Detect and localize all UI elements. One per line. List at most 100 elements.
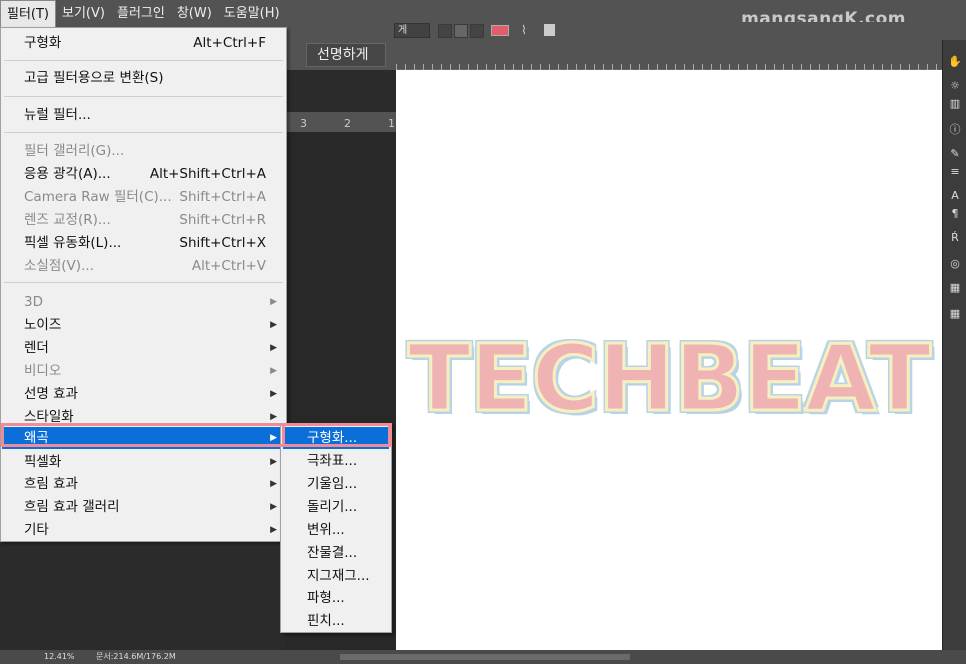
submenu-arrow-icon: ▶ [270, 343, 277, 353]
menu-item-filter-gallery: 필터 갤러리(G)... [2, 140, 285, 162]
adjustments-icon[interactable]: ≡ [947, 164, 963, 180]
menu-item-label: 노이즈 [24, 317, 62, 333]
brightness-icon[interactable]: ☼ [947, 78, 963, 94]
brush-icon[interactable]: ✎ [947, 146, 963, 162]
align-right-icon[interactable] [470, 24, 484, 38]
menu-item-shortcut: Alt+Ctrl+V [191, 258, 266, 274]
submenu-sharpen[interactable]: 선명 효과 ▶ [2, 383, 285, 405]
styles-icon[interactable]: ◎ [947, 256, 963, 272]
text-color-swatch[interactable] [491, 25, 509, 36]
submenu-arrow-icon: ▶ [270, 525, 277, 535]
paragraph-icon[interactable]: ¶ [947, 206, 963, 222]
menu-item-shortcut: Shift+Ctrl+X [179, 235, 266, 251]
document-info[interactable]: 문서:214.6M/176.2M [96, 650, 176, 664]
submenu-arrow-icon: ▶ [270, 479, 277, 489]
hand-icon[interactable]: ✋ [947, 54, 963, 70]
menu-item-label: 잔물결... [307, 545, 358, 561]
align-left-icon[interactable] [438, 24, 452, 38]
menu-item-label: 뉴럴 필터... [24, 107, 91, 123]
menu-filter[interactable]: 필터(T) [0, 0, 57, 27]
glyphs-icon[interactable]: Ŕ [947, 230, 963, 246]
ruler-number: 3 [300, 117, 307, 130]
distort-submenu: 구형화... 극좌표... 기울임... 돌리기... 변위... 잔물결...… [280, 423, 392, 633]
submenu-blur[interactable]: 흐림 효과 ▶ [2, 473, 285, 495]
character-panel-icon[interactable] [544, 24, 555, 36]
menu-item-neural-filters[interactable]: 뉴럴 필터... [2, 104, 285, 126]
distort-item-ripple[interactable]: 잔물결... [283, 542, 389, 564]
menu-item-label: 렌즈 교정(R)... [24, 212, 111, 228]
menu-item-label: 돌리기... [307, 499, 358, 515]
annotation-highlight-spherize [282, 423, 392, 447]
panel-dock: ✋ ☼ ▥ ⓘ ✎ ≡ A ¶ Ŕ ◎ ▦ ▦ [942, 40, 966, 664]
warp-text-icon[interactable]: ⌇ [521, 23, 527, 37]
info-icon[interactable]: ⓘ [947, 122, 963, 138]
menu-plugins[interactable]: 플러그인 [111, 0, 171, 27]
menu-item-label: 핀치... [307, 613, 345, 629]
options-bar: 게 ⌇ [286, 22, 966, 40]
submenu-noise[interactable]: 노이즈 ▶ [2, 314, 285, 336]
submenu-blur-gallery[interactable]: 흐림 효과 갤러리 ▶ [2, 496, 285, 518]
menu-item-label: 픽셀 유동화(L)... [24, 235, 122, 251]
menu-item-adaptive-wide-angle[interactable]: 응용 광각(A)... Alt+Shift+Ctrl+A [2, 163, 285, 185]
character-icon[interactable]: A [947, 188, 963, 204]
distort-item-polar-coordinates[interactable]: 극좌표... [283, 450, 389, 472]
submenu-render[interactable]: 렌더 ▶ [2, 337, 285, 359]
swatches-icon[interactable]: ▦ [947, 280, 963, 296]
ruler-number: 2 [344, 117, 351, 130]
submenu-video: 비디오 ▶ [2, 360, 285, 382]
submenu-arrow-icon: ▶ [270, 297, 277, 307]
menu-window[interactable]: 창(W) [171, 0, 218, 27]
menu-item-liquify[interactable]: 픽셀 유동화(L)... Shift+Ctrl+X [2, 232, 285, 254]
menu-item-lens-correction: 렌즈 교정(R)... Shift+Ctrl+R [2, 209, 285, 231]
submenu-arrow-icon: ▶ [270, 320, 277, 330]
menu-item-shortcut: Shift+Ctrl+A [179, 189, 266, 205]
canvas-text-layer[interactable]: TECHBEAT [396, 324, 942, 434]
submenu-other[interactable]: 기타 ▶ [2, 519, 285, 541]
menu-separator [4, 132, 283, 133]
submenu-arrow-icon: ▶ [270, 502, 277, 512]
submenu-3d: 3D ▶ [2, 291, 285, 313]
distort-item-displace[interactable]: 변위... [283, 519, 389, 541]
distort-item-shear[interactable]: 기울임... [283, 473, 389, 495]
menu-item-last-filter[interactable]: 구형화 Alt+Ctrl+F [2, 32, 285, 54]
status-bar: 12.41% 문서:214.6M/176.2M [0, 650, 966, 664]
menu-separator [4, 96, 283, 97]
menu-item-label: 파형... [307, 590, 345, 606]
menu-item-label: 소실점(V)... [24, 258, 94, 274]
horizontal-scrollbar[interactable] [340, 654, 630, 660]
submenu-arrow-icon: ▶ [270, 389, 277, 399]
menu-item-label: 고급 필터용으로 변환(S) [24, 70, 164, 86]
font-style-dropdown[interactable]: 게 [394, 23, 430, 38]
menu-separator [4, 60, 283, 61]
histogram-icon[interactable]: ▥ [947, 96, 963, 112]
menu-help[interactable]: 도움말(H) [218, 0, 286, 27]
menu-item-label: 기울임... [307, 476, 358, 492]
filter-menu-dropdown: 구형화 Alt+Ctrl+F 고급 필터용으로 변환(S) 뉴럴 필터... 필… [0, 27, 287, 542]
menu-item-camera-raw: Camera Raw 필터(C)... Shift+Ctrl+A [2, 186, 285, 208]
menu-item-label: Camera Raw 필터(C)... [24, 189, 172, 205]
menu-item-vanishing-point: 소실점(V)... Alt+Ctrl+V [2, 255, 285, 277]
submenu-arrow-icon: ▶ [270, 457, 277, 467]
menu-item-label: 구형화 [24, 35, 62, 51]
menu-item-label: 렌더 [24, 340, 49, 356]
menu-item-shortcut: Shift+Ctrl+R [179, 212, 266, 228]
distort-item-pinch[interactable]: 핀치... [283, 610, 389, 632]
zoom-level[interactable]: 12.41% [44, 650, 84, 664]
menu-view[interactable]: 보기(V) [56, 0, 111, 27]
menu-item-label: 흐림 효과 [24, 476, 78, 492]
document-canvas[interactable]: TECHBEAT [396, 70, 942, 650]
menu-item-label: 변위... [307, 522, 345, 538]
submenu-pixelate[interactable]: 픽셀화 ▶ [2, 451, 285, 473]
distort-item-wave[interactable]: 파형... [283, 587, 389, 609]
align-center-icon[interactable] [454, 24, 468, 38]
antialias-dropdown[interactable]: 선명하게 [306, 43, 386, 67]
menu-item-label: 흐림 효과 갤러리 [24, 499, 120, 515]
patterns-icon[interactable]: ▦ [947, 306, 963, 322]
menu-item-shortcut: Alt+Ctrl+F [193, 35, 266, 51]
menu-item-label: 극좌표... [307, 453, 358, 469]
ruler-number: 1 [388, 117, 395, 130]
distort-item-zigzag[interactable]: 지그재그... [283, 565, 389, 587]
menu-item-label: 필터 갤러리(G)... [24, 143, 125, 159]
distort-item-twirl[interactable]: 돌리기... [283, 496, 389, 518]
menu-item-convert-smart-filters[interactable]: 고급 필터용으로 변환(S) [2, 67, 285, 89]
